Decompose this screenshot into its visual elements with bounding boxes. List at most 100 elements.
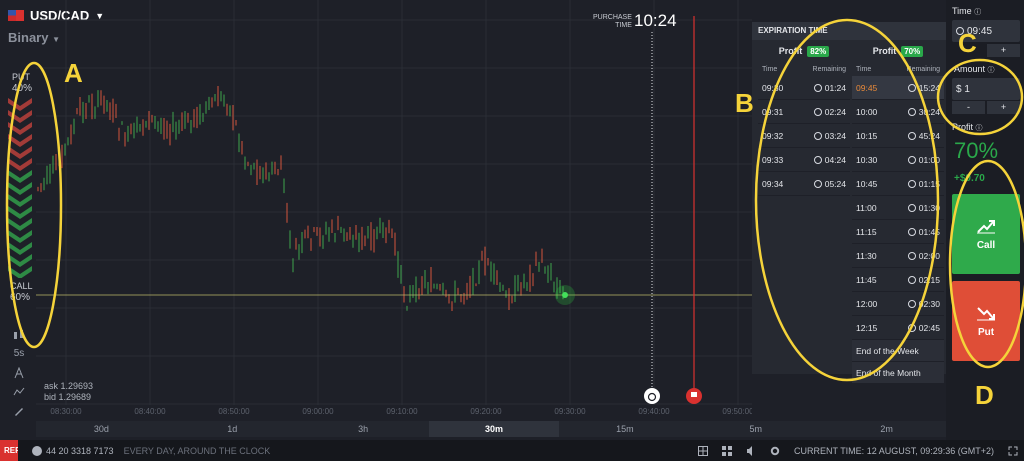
expiration-option[interactable]: 11:00 01:30 [852,196,944,220]
expiration-option[interactable]: 11:15 01:45 [852,220,944,244]
expiration-option[interactable]: 09:45 15:24 [852,76,944,100]
profit-badge: 70% [901,45,924,57]
expiration-option[interactable]: 09:32 03:24 [758,124,850,148]
profit-label: Profit [778,46,803,56]
expiration-time: 11:00 [856,202,877,213]
grid-icon[interactable] [722,445,733,456]
annotation-letter-b: B [735,88,754,118]
chart-tools: 5s [8,330,30,417]
expiration-option[interactable]: 10:45 01:15 [852,172,944,196]
call-chevron [8,170,32,183]
expiration-option[interactable]: 09:31 02:24 [758,100,850,124]
purchase-label-line2: TIME [615,22,632,29]
profit-amount: +$0.70 [954,173,985,184]
expiration-time: 09:33 [762,154,784,165]
timeframe-option[interactable]: 30d [36,421,167,437]
call-chevron [8,206,32,219]
stopwatch-icon [907,251,916,260]
expiration-option[interactable]: 11:45 02:15 [852,268,944,292]
price-chart[interactable]: 08:30:00 08:40:00 08:50:00 09:00:00 09:10:00… [36,0,752,420]
time-column-header: Time [856,65,872,73]
layout-icon[interactable] [698,445,709,456]
timeframe-button[interactable]: 5s [14,348,25,359]
expiration-option[interactable]: 11:30 02:00 [852,244,944,268]
expiration-option[interactable]: 09:34 05:24 [758,172,850,196]
remaining-time: 15:24 [907,82,940,93]
timeframe-option[interactable]: 3h [298,421,429,437]
sound-icon[interactable] [746,445,756,456]
amount-input[interactable]: $ 1 [952,78,1020,100]
stopwatch-icon [907,179,916,188]
expiration-time: 10:30 [856,154,878,165]
call-button[interactable]: Call [952,194,1020,274]
remaining-value: 15:24 [918,82,940,93]
candles-icon[interactable] [13,330,25,340]
bid-price: bid 1.29689 [44,392,92,402]
put-button-label: Put [977,326,995,338]
expiration-option[interactable]: 10:30 01:00 [852,148,944,172]
stopwatch-icon [907,83,916,92]
stopwatch-icon [813,155,822,164]
remaining-column-header: Remaining [812,65,846,73]
remaining-value: 01:45 [918,226,940,237]
info-icon: ⓘ [974,9,982,16]
expiration-time: 09:32 [762,130,784,141]
stopwatch-marker-icon [644,388,660,404]
timeframe-bar: 30d 1d 3h 30m 15m 5m 2m [36,421,952,437]
end-of-week-option[interactable]: End of the Week [852,340,944,362]
pencil-icon[interactable] [13,405,25,417]
remaining-time: 02:45 [907,323,940,333]
status-right: CURRENT TIME: 12 AUGUST, 09:29:36 (GMT+2… [698,445,1024,456]
put-chevron [8,134,32,147]
x-axis-tick: 08:40:00 [134,407,166,416]
amount-minus-button[interactable]: - [952,101,985,114]
remaining-time: 02:24 [813,107,846,117]
put-sentiment-percent: 40% [12,83,33,94]
timeframe-option[interactable]: 15m [559,421,690,437]
stopwatch-icon [813,83,822,92]
timeframe-option[interactable]: 2m [821,421,952,437]
gear-icon[interactable] [770,446,780,456]
expiration-option[interactable]: 12:15 02:45 [852,316,944,340]
time-column-header: Time [762,65,778,73]
remaining-value: 05:24 [824,178,846,189]
time-plus-button[interactable]: + [987,44,1020,57]
expiration-long-column: Profit 70% Time Remaining 09:45 15:24 10:0… [852,40,944,384]
profit-percent: 70% [954,138,999,163]
stopwatch-icon [813,179,822,188]
expiration-time: 11:45 [856,274,877,285]
remaining-value: 02:15 [918,274,940,285]
support-phone[interactable]: 44 20 3318 7173 [32,445,114,456]
remaining-time: 03:24 [813,131,846,141]
info-icon: ⓘ [987,67,995,74]
put-button[interactable]: Put [952,281,1020,361]
expiration-time: 11:15 [856,226,877,237]
report-button[interactable]: REPORT [0,440,18,461]
timeframe-option[interactable]: 5m [690,421,821,437]
expiration-time: 10:15 [856,130,878,141]
expiration-title: EXPIRATION TIME [752,22,946,40]
support-motto: EVERY DAY, AROUND THE CLOCK [123,445,271,456]
remaining-value: 04:24 [824,154,846,165]
expiration-time: 10:00 [856,106,878,117]
timeframe-option[interactable]: 1d [167,421,298,437]
fullscreen-icon[interactable] [1008,446,1018,456]
annotation-letter-c: C [958,28,977,58]
indicator-icon[interactable] [13,367,25,379]
expiration-option[interactable]: 10:15 45:24 [852,124,944,148]
put-chevron [8,122,32,135]
line-chart-icon[interactable] [13,387,25,397]
stopwatch-icon [813,107,822,116]
expiration-option[interactable]: 09:33 04:24 [758,148,850,172]
put-sentiment-label: PUT [12,72,30,82]
end-of-month-option[interactable]: End of the Month [852,362,944,384]
expiration-time: 11:30 [856,250,877,261]
amount-plus-button[interactable]: + [987,101,1020,114]
timeframe-option[interactable]: 30m [428,421,560,437]
expiration-option[interactable]: 10:00 30:24 [852,100,944,124]
expiration-option[interactable]: 09:30 01:24 [758,76,850,100]
put-chevron [8,98,32,111]
column-headers: Time Remaining [758,62,850,76]
expiration-option[interactable]: 12:00 02:30 [852,292,944,316]
remaining-time: 05:24 [813,178,846,189]
